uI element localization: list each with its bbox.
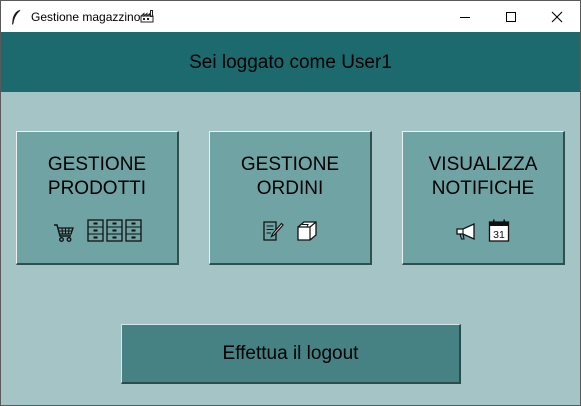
view-notifications-button[interactable]: VISUALIZZA NOTIFICHE 31 bbox=[402, 131, 565, 265]
manage-products-icons bbox=[53, 219, 145, 245]
minimize-icon bbox=[460, 16, 470, 18]
login-status-banner: Sei loggato come User1 bbox=[1, 32, 580, 92]
manage-products-button[interactable]: GESTIONE PRODOTTI bbox=[16, 131, 179, 265]
manage-orders-label: GESTIONE ORDINI bbox=[240, 154, 340, 199]
maximize-icon bbox=[506, 11, 516, 22]
file-cabinet-icon bbox=[125, 219, 142, 242]
maximize-button[interactable] bbox=[488, 1, 534, 32]
logout-label: Effettua il logout bbox=[222, 343, 359, 364]
manage-products-label: GESTIONE PRODOTTI bbox=[47, 154, 147, 199]
megaphone-icon bbox=[456, 223, 475, 241]
package-icon bbox=[297, 221, 317, 241]
close-icon bbox=[551, 11, 563, 22]
view-notifications-icons: 31 bbox=[455, 219, 515, 245]
manage-orders-icons bbox=[262, 219, 322, 245]
calendar-day: 31 bbox=[493, 229, 505, 241]
factory-icon bbox=[140, 10, 154, 23]
logged-in-user-text: Sei loggato come User1 bbox=[189, 52, 392, 73]
minimize-button[interactable] bbox=[442, 1, 488, 32]
logout-button[interactable]: Effettua il logout bbox=[121, 324, 461, 384]
app-window: Gestione magazzino Sei loggato come User… bbox=[0, 0, 581, 406]
file-cabinet-icon bbox=[87, 219, 104, 242]
file-cabinet-icon bbox=[106, 219, 123, 242]
feather-icon bbox=[12, 10, 21, 25]
title-bar[interactable]: Gestione magazzino bbox=[1, 1, 580, 32]
manage-orders-button[interactable]: GESTIONE ORDINI bbox=[209, 131, 372, 265]
calendar-icon: 31 bbox=[488, 219, 510, 242]
memo-icon bbox=[263, 221, 284, 241]
window-title: Gestione magazzino bbox=[31, 10, 141, 24]
close-button[interactable] bbox=[534, 1, 580, 32]
view-notifications-label: VISUALIZZA NOTIFICHE bbox=[428, 154, 538, 199]
shopping-cart-icon bbox=[54, 224, 74, 242]
